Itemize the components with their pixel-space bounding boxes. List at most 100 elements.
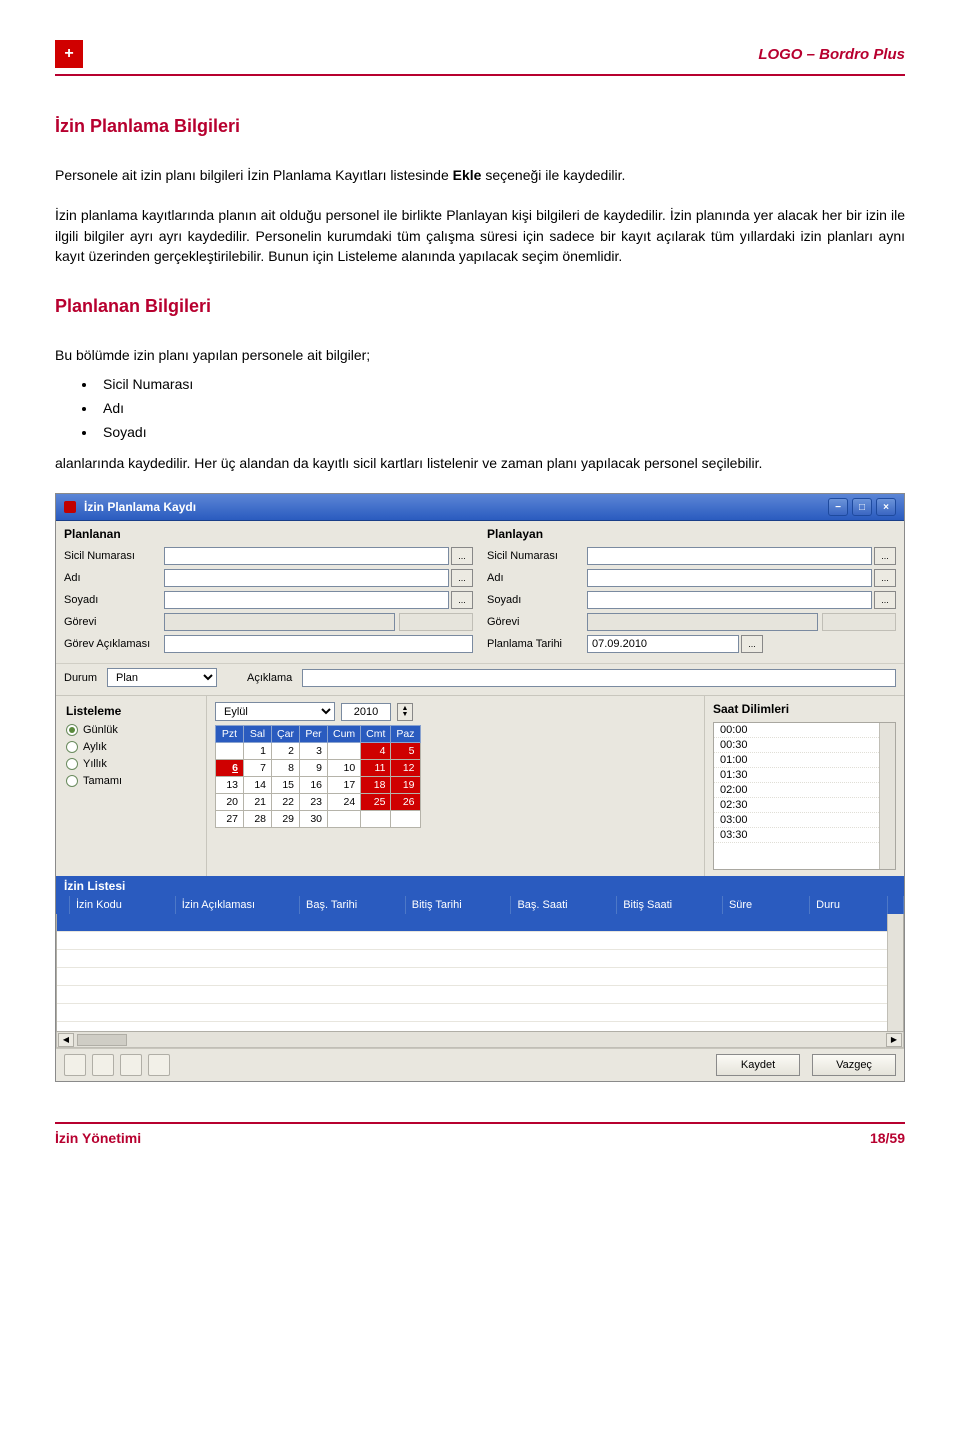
cal-cell[interactable]: 24 <box>328 794 361 811</box>
scrollbar-vertical[interactable] <box>879 723 895 869</box>
planlanan-sicil-input[interactable] <box>164 547 449 565</box>
planlanan-soyadi-input[interactable] <box>164 591 449 609</box>
cal-cell[interactable]: 30 <box>300 811 328 828</box>
scrollbar-horizontal[interactable]: ◀ ▶ <box>56 1032 904 1048</box>
planlama-tarihi-input[interactable] <box>587 635 739 653</box>
lookup-button[interactable]: ... <box>874 547 896 565</box>
cal-cell-weekend[interactable]: 25 <box>361 794 391 811</box>
col-bas-tarihi[interactable]: Baş. Tarihi <box>300 896 406 914</box>
col-izin-kodu[interactable]: İzin Kodu <box>70 896 176 914</box>
cal-cell[interactable]: 22 <box>272 794 300 811</box>
cal-cell[interactable]: 27 <box>216 811 244 828</box>
radio-aylik[interactable] <box>66 741 78 753</box>
maximize-button[interactable]: □ <box>852 498 872 516</box>
tool-icon[interactable] <box>92 1054 114 1076</box>
saat-row[interactable]: 03:00 <box>714 813 895 828</box>
cal-cell[interactable]: 13 <box>216 777 244 794</box>
cal-cell-today[interactable]: 6 <box>216 760 244 777</box>
tool-icon[interactable] <box>120 1054 142 1076</box>
year-input[interactable] <box>341 703 391 721</box>
lookup-button[interactable]: ... <box>451 591 473 609</box>
table-row[interactable] <box>57 932 903 950</box>
col-izin-aciklamasi[interactable]: İzin Açıklaması <box>176 896 300 914</box>
minimize-button[interactable]: − <box>828 498 848 516</box>
radio-tamami[interactable] <box>66 775 78 787</box>
year-spinner[interactable]: ▲▼ <box>397 703 413 721</box>
scroll-left-button[interactable]: ◀ <box>58 1033 74 1047</box>
cal-cell[interactable]: 21 <box>244 794 272 811</box>
lookup-button[interactable]: ... <box>874 591 896 609</box>
date-picker-button[interactable]: ... <box>741 635 763 653</box>
kaydet-button[interactable]: Kaydet <box>716 1054 800 1076</box>
vazgec-button[interactable]: Vazgeç <box>812 1054 896 1076</box>
tool-icon[interactable] <box>148 1054 170 1076</box>
grid-body[interactable] <box>56 914 904 1032</box>
cal-cell[interactable]: 9 <box>300 760 328 777</box>
saat-row[interactable]: 02:30 <box>714 798 895 813</box>
lookup-button[interactable]: ... <box>451 569 473 587</box>
cal-cell[interactable]: 8 <box>272 760 300 777</box>
table-row[interactable] <box>57 950 903 968</box>
col-sure[interactable]: Süre <box>723 896 810 914</box>
cal-cell[interactable]: 17 <box>328 777 361 794</box>
radio-gunluk[interactable] <box>66 724 78 736</box>
lookup-button[interactable]: ... <box>874 569 896 587</box>
calendar-table[interactable]: Pzt Sal Çar Per Cum Cmt Paz 12345 678910… <box>215 725 421 828</box>
cal-cell-weekend[interactable]: 26 <box>391 794 420 811</box>
saat-row[interactable]: 01:30 <box>714 768 895 783</box>
scroll-thumb[interactable] <box>77 1034 127 1046</box>
cal-cell[interactable]: 7 <box>244 760 272 777</box>
scrollbar-vertical[interactable] <box>887 914 903 1031</box>
table-row[interactable] <box>57 968 903 986</box>
cal-cell[interactable] <box>216 743 244 760</box>
lookup-button[interactable]: ... <box>451 547 473 565</box>
cal-cell-weekend[interactable]: 19 <box>391 777 420 794</box>
saat-row[interactable]: 00:30 <box>714 738 895 753</box>
col-bitis-tarihi[interactable]: Bitiş Tarihi <box>406 896 512 914</box>
cal-cell[interactable]: 29 <box>272 811 300 828</box>
planlanan-gorev-aciklamasi-input[interactable] <box>164 635 473 653</box>
cal-cell-weekend[interactable]: 12 <box>391 760 420 777</box>
table-row[interactable] <box>57 986 903 1004</box>
saat-row[interactable]: 03:30 <box>714 828 895 843</box>
col-bas-saati[interactable]: Baş. Saati <box>511 896 617 914</box>
table-row[interactable] <box>57 1004 903 1022</box>
radio-yillik[interactable] <box>66 758 78 770</box>
cal-cell-weekend[interactable]: 5 <box>391 743 420 760</box>
month-select[interactable]: Eylül <box>215 702 335 721</box>
cal-cell[interactable]: 2 <box>272 743 300 760</box>
cal-cell[interactable]: 28 <box>244 811 272 828</box>
cal-cell-weekend[interactable]: 11 <box>361 760 391 777</box>
cal-cell[interactable]: 23 <box>300 794 328 811</box>
col-bitis-saati[interactable]: Bitiş Saati <box>617 896 723 914</box>
tool-icon[interactable] <box>64 1054 86 1076</box>
saat-row[interactable]: 02:00 <box>714 783 895 798</box>
cal-cell[interactable] <box>391 811 420 828</box>
cal-cell[interactable]: 1 <box>244 743 272 760</box>
table-row[interactable] <box>57 914 903 932</box>
cal-cell[interactable]: 3 <box>300 743 328 760</box>
close-button[interactable]: × <box>876 498 896 516</box>
durum-select[interactable]: Plan <box>107 668 217 687</box>
cal-cell[interactable] <box>361 811 391 828</box>
cal-cell[interactable] <box>328 811 361 828</box>
cal-cell[interactable]: 20 <box>216 794 244 811</box>
planlayan-sicil-input[interactable] <box>587 547 872 565</box>
aciklama-label: Açıklama <box>247 672 292 684</box>
cal-cell[interactable] <box>328 743 361 760</box>
saat-row[interactable]: 01:00 <box>714 753 895 768</box>
cal-cell[interactable]: 10 <box>328 760 361 777</box>
cal-cell-weekend[interactable]: 18 <box>361 777 391 794</box>
cal-cell[interactable]: 14 <box>244 777 272 794</box>
cal-cell[interactable]: 15 <box>272 777 300 794</box>
cal-cell-weekend[interactable]: 4 <box>361 743 391 760</box>
scroll-right-button[interactable]: ▶ <box>886 1033 902 1047</box>
saat-list[interactable]: 00:00 00:30 01:00 01:30 02:00 02:30 03:0… <box>713 722 896 870</box>
aciklama-input[interactable] <box>302 669 896 687</box>
cal-cell[interactable]: 16 <box>300 777 328 794</box>
planlayan-soyadi-input[interactable] <box>587 591 872 609</box>
col-durum[interactable]: Duru <box>810 896 888 914</box>
saat-row[interactable]: 00:00 <box>714 723 895 738</box>
planlayan-adi-input[interactable] <box>587 569 872 587</box>
planlanan-adi-input[interactable] <box>164 569 449 587</box>
